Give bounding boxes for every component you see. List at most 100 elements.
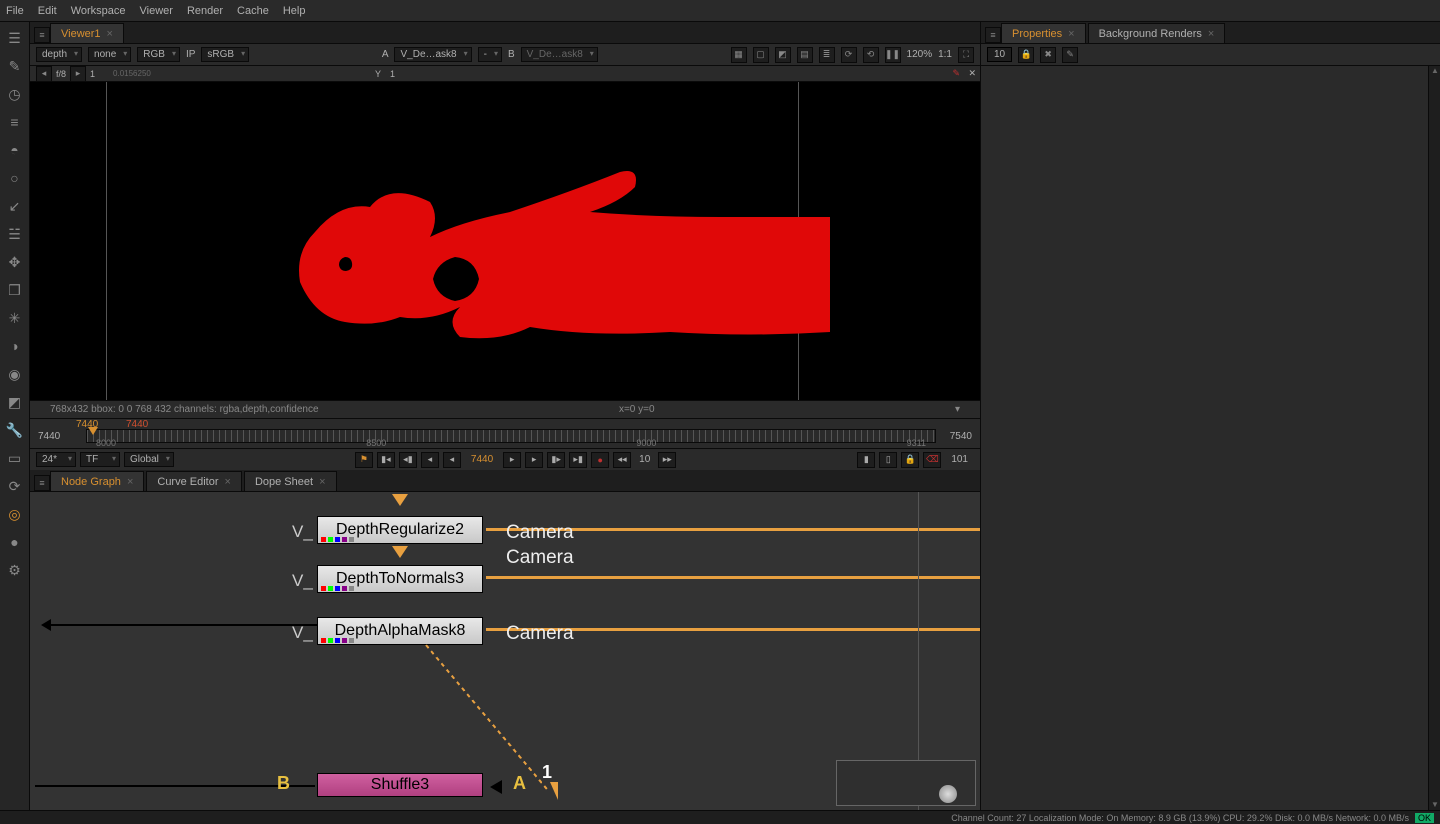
last-frame-icon[interactable]: ▸▮ [569,452,587,468]
tool-refresh-icon[interactable]: ⟳ [5,476,25,496]
scrollbar[interactable]: ▲ ▼ [1428,66,1440,810]
close-icon[interactable]: × [107,28,113,40]
node-depth-alpha-mask[interactable]: DepthAlphaMask8 [317,617,483,645]
menu-help[interactable]: Help [283,5,306,17]
tool-settings-icon[interactable]: ⚙ [5,560,25,580]
ip-label[interactable]: IP [186,49,195,60]
range-a-icon[interactable]: ▮ [857,452,875,468]
zoom-value[interactable]: 120% [907,49,933,60]
right-tab-menu-icon[interactable]: ≡ [985,27,1001,43]
menu-edit[interactable]: Edit [38,5,57,17]
tool-sphere-icon[interactable]: ● [5,532,25,552]
playhead-icon[interactable] [88,427,98,435]
node-depth-regularize[interactable]: DepthRegularize2 [317,516,483,544]
node-graph[interactable]: V_ DepthRegularize2 Camera Camera V_ Dep… [30,492,980,810]
menu-workspace[interactable]: Workspace [71,5,126,17]
close-icon[interactable]: × [1068,28,1074,40]
scroll-up-icon[interactable]: ▲ [1430,66,1440,76]
play-icon[interactable]: ▸ [503,452,521,468]
update-icon[interactable]: ⟲ [863,47,879,63]
tool-spiral-icon[interactable]: ◎ [5,504,25,524]
timeline[interactable]: 7440 7440 7440 8000 8500 9000 9311 7540 [30,418,980,448]
lock-props-icon[interactable]: 🔒 [1018,47,1034,63]
input-a-dropdown[interactable]: V_De…ask8 [394,47,471,62]
tool-list-icon[interactable]: ≡ [5,112,25,132]
info-dropdown-icon[interactable]: ▾ [955,404,960,415]
viewer-tab-menu-icon[interactable]: ≡ [34,27,50,43]
viewer-ruler[interactable]: ◂ f/8 ▸ 1 0.0156250 Y 1 ✎ ✕ [30,66,980,82]
menu-render[interactable]: Render [187,5,223,17]
tool-circle-icon[interactable]: ○ [5,168,25,188]
lower-tab-menu-icon[interactable]: ≡ [34,475,50,491]
next-key-icon[interactable]: ▮▸ [547,452,565,468]
tool-clock-icon[interactable]: ◷ [5,84,25,104]
close-icon[interactable]: × [319,476,325,488]
tab-properties[interactable]: Properties× [1001,23,1086,43]
tool-contrast-icon[interactable]: ◑ [5,336,25,356]
clear-cache-icon[interactable]: ⌫ [923,452,941,468]
clear-props-icon[interactable]: ✖ [1040,47,1056,63]
next-icon[interactable]: ▸ [70,66,86,82]
tool-tag-icon[interactable]: ◩ [5,392,25,412]
scroll-down-icon[interactable]: ▼ [1430,800,1440,810]
close-icon[interactable]: × [225,476,231,488]
tab-bg-renders[interactable]: Background Renders× [1088,23,1226,43]
first-frame-icon[interactable]: ▮◂ [377,452,395,468]
node-shuffle[interactable]: Shuffle3 [317,773,483,797]
tool-move-icon[interactable]: ✥ [5,252,25,272]
colorspace-dropdown[interactable]: sRGB [201,47,249,62]
skip-back-icon[interactable]: ◂◂ [613,452,631,468]
zoom-ratio[interactable]: 1:1 [938,49,952,60]
roi-icon[interactable]: ▢ [753,47,769,63]
fullscreen-icon[interactable]: ⛶ [958,47,974,63]
tab-curve-editor[interactable]: Curve Editor× [146,471,242,491]
tool-eye-icon[interactable]: ◉ [5,364,25,384]
step-back-icon[interactable]: ◂ [421,452,439,468]
rgb-dropdown[interactable]: RGB [137,47,180,62]
prev-icon[interactable]: ◂ [36,66,52,82]
step-fwd-icon[interactable]: ▸ [525,452,543,468]
channel-dropdown[interactable]: depth [36,47,82,62]
tool-indent-icon[interactable]: ☰ [5,28,25,48]
tool-snow-icon[interactable]: ✳ [5,308,25,328]
menu-cache[interactable]: Cache [237,5,269,17]
properties-count[interactable]: 10 [987,47,1012,62]
record-frame-icon[interactable]: ● [591,452,609,468]
edit-props-icon[interactable]: ✎ [1062,47,1078,63]
clip-icon[interactable]: ◩ [775,47,791,63]
fps-dropdown[interactable]: 24* [36,452,76,467]
timeline-end-field[interactable]: 7540 [950,431,972,442]
tool-brush-icon[interactable]: ✎ [5,56,25,76]
tool-globe-icon[interactable]: ◓ [5,140,25,160]
tool-cube-icon[interactable]: ❒ [5,280,25,300]
tab-viewer1[interactable]: Viewer1 × [50,23,124,43]
range-b-icon[interactable]: ▯ [879,452,897,468]
scope-dropdown[interactable]: Global [124,452,174,467]
timeline-start-field[interactable]: 7440 [38,431,60,442]
refresh-icon[interactable]: ⟳ [841,47,857,63]
input-b-dropdown[interactable]: V_De…ask8 [521,47,598,62]
viewport[interactable] [30,82,980,400]
tool-layers-icon[interactable]: ☱ [5,224,25,244]
tab-node-graph[interactable]: Node Graph× [50,471,144,491]
current-frame[interactable]: 7440 [465,454,499,465]
node-depth-to-normals[interactable]: DepthToNormals3 [317,565,483,593]
tool-card-icon[interactable]: ▭ [5,448,25,468]
proxy-icon[interactable]: ▤ [797,47,813,63]
frame-step[interactable]: 10 [635,454,654,465]
pause-icon[interactable]: ❚❚ [885,47,901,63]
close-ruler-icon[interactable]: ✕ [968,68,976,79]
skip-fwd-icon[interactable]: ▸▸ [658,452,676,468]
menu-file[interactable]: File [6,5,24,17]
overlay-icon[interactable]: ▦ [731,47,747,63]
close-icon[interactable]: × [1208,28,1214,40]
lock-icon[interactable]: 🔒 [901,452,919,468]
tf-dropdown[interactable]: TF [80,452,120,467]
close-icon[interactable]: × [127,476,133,488]
record-icon[interactable]: ✎ [952,68,960,79]
tool-curve-icon[interactable]: ↙ [5,196,25,216]
layer-dropdown[interactable]: none [88,47,131,62]
keyframe-icon[interactable]: ⚑ [355,452,373,468]
wipe-mode-dropdown[interactable]: - [478,47,502,62]
tool-wrench-icon[interactable]: 🔧 [5,420,25,440]
